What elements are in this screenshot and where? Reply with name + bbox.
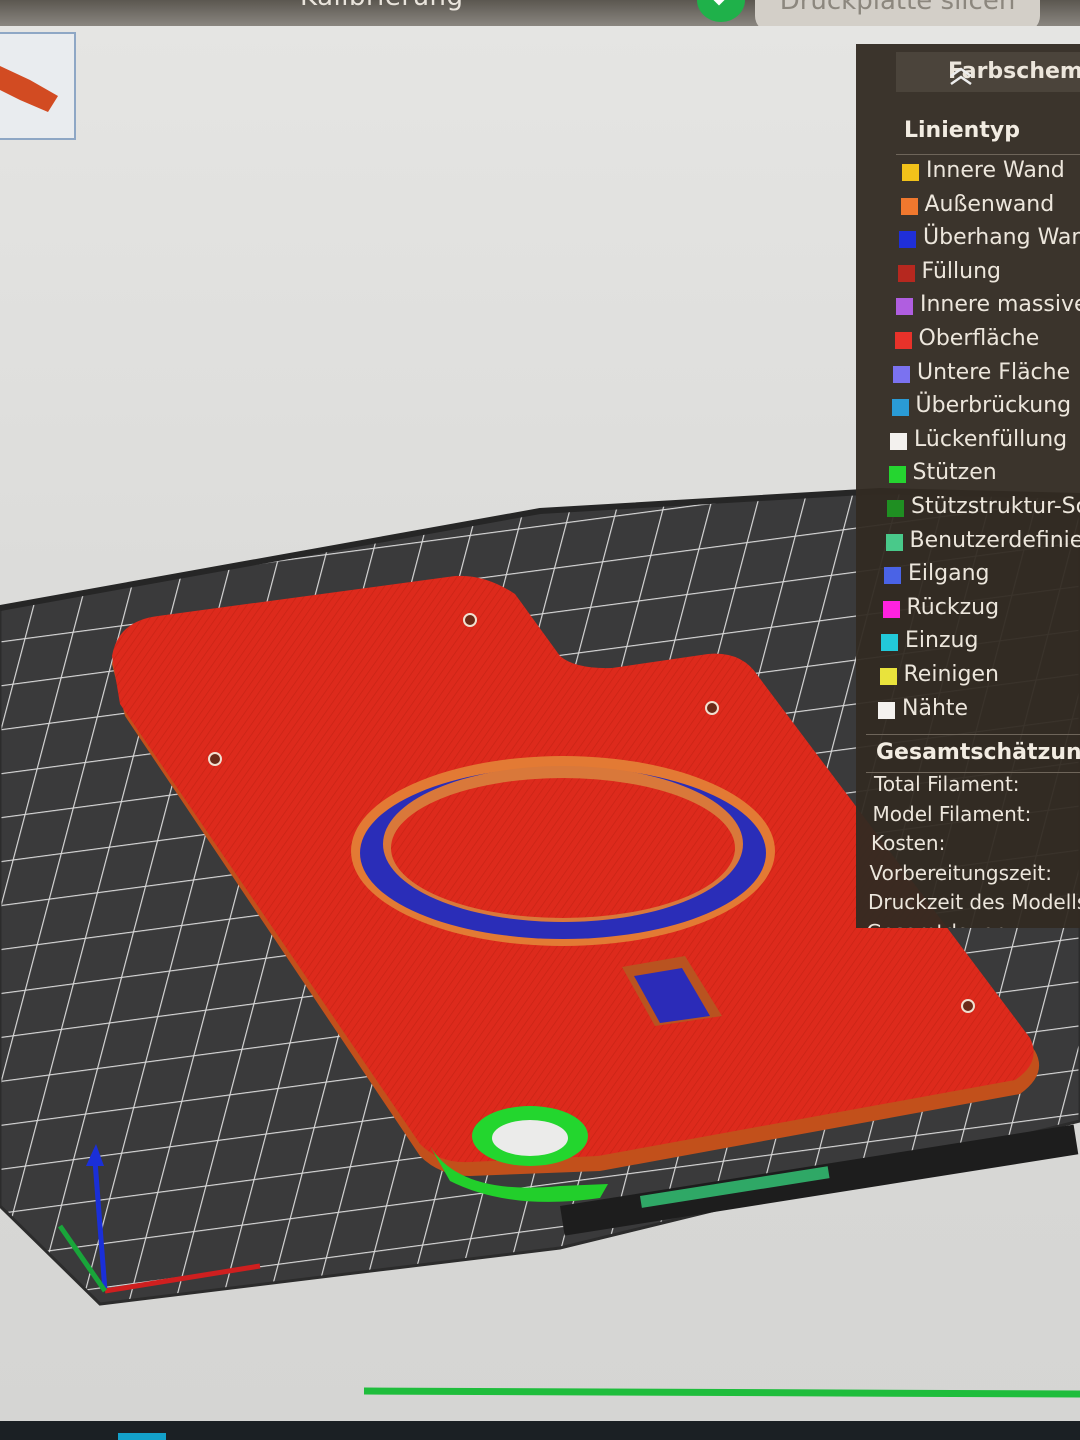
legend-item-label: Rückzug bbox=[906, 594, 1000, 620]
color-swatch bbox=[896, 298, 913, 316]
line-type-heading: Linientyp bbox=[904, 118, 1020, 143]
legend-item-label: Füllung bbox=[921, 258, 1001, 284]
legend-header[interactable]: Farbschema bbox=[896, 52, 1080, 92]
legend-item-label: Stützstruktur-Sc bbox=[911, 494, 1080, 519]
legend-item-label: Untere Fläche bbox=[917, 359, 1071, 385]
taskbar bbox=[0, 1421, 1080, 1440]
color-swatch bbox=[894, 332, 912, 349]
color-swatch bbox=[881, 634, 898, 652]
color-swatch bbox=[893, 365, 910, 383]
estimate-label: Vorbereitungszeit: bbox=[869, 860, 1052, 885]
color-swatch bbox=[890, 432, 907, 450]
legend-panel: Farbschema Linientyp Innere Wand Außenwan… bbox=[856, 44, 1080, 928]
legend-item-label: Stützen bbox=[912, 460, 997, 486]
legend-item-label: Innere Wand bbox=[926, 158, 1065, 183]
color-swatch bbox=[899, 231, 916, 249]
color-swatch bbox=[879, 668, 897, 685]
estimate-label: Gesamtdauer: bbox=[867, 920, 1009, 929]
estimate-label: Model Filament: bbox=[872, 801, 1032, 826]
legend-item-label: Reinigen bbox=[903, 662, 999, 687]
color-swatch bbox=[884, 567, 901, 585]
divider bbox=[896, 154, 1080, 155]
legend-item-label: Benutzerdefinie bbox=[909, 527, 1080, 553]
legend-item-label: Einzug bbox=[905, 628, 979, 654]
legend-item-label: Überbrückung bbox=[915, 393, 1072, 419]
color-swatch bbox=[891, 399, 909, 417]
estimate-label: Kosten: bbox=[871, 831, 946, 855]
check-icon[interactable] bbox=[697, 0, 745, 22]
estimate-label: Total Filament: bbox=[874, 772, 1020, 796]
legend-item-label: Außenwand bbox=[924, 191, 1055, 217]
legend-item-label: Nähte bbox=[902, 695, 969, 721]
divider bbox=[866, 734, 1080, 735]
color-swatch bbox=[885, 533, 903, 551]
legend-item-label: Oberfläche bbox=[918, 326, 1040, 351]
calibration-tab[interactable]: Kalibrierung bbox=[300, 0, 464, 12]
slice-plate-button[interactable]: Druckplatte slicen bbox=[755, 0, 1040, 26]
slice-plate-label: Druckplatte slicen bbox=[779, 0, 1016, 16]
color-swatch bbox=[887, 500, 904, 517]
estimate-heading: Gesamtschätzung bbox=[876, 740, 1080, 765]
3d-viewport[interactable]: Farbschema Linientyp Innere Wand Außenwan… bbox=[0, 26, 1080, 1421]
color-swatch bbox=[897, 264, 915, 282]
color-swatch bbox=[878, 701, 895, 719]
top-toolbar: Kalibrierung Druckplatte slicen bbox=[0, 0, 1080, 26]
color-swatch bbox=[882, 600, 900, 618]
slice-progress-line bbox=[363, 1387, 1080, 1398]
color-swatch bbox=[888, 466, 906, 484]
taskbar-indicator bbox=[118, 1433, 166, 1440]
legend-item-label: Innere massive bbox=[920, 292, 1080, 318]
color-swatch bbox=[900, 197, 918, 215]
legend-item-label: Eilgang bbox=[908, 561, 990, 587]
plate-thumbnail[interactable] bbox=[0, 32, 76, 140]
chevron-double-up-icon[interactable] bbox=[948, 66, 974, 86]
estimate-label: Druckzeit des Modells bbox=[868, 890, 1080, 914]
legend-item-label: Lückenfüllung bbox=[914, 426, 1068, 452]
color-swatch bbox=[902, 164, 919, 181]
legend-item-label: Überhang Wan bbox=[923, 225, 1080, 251]
